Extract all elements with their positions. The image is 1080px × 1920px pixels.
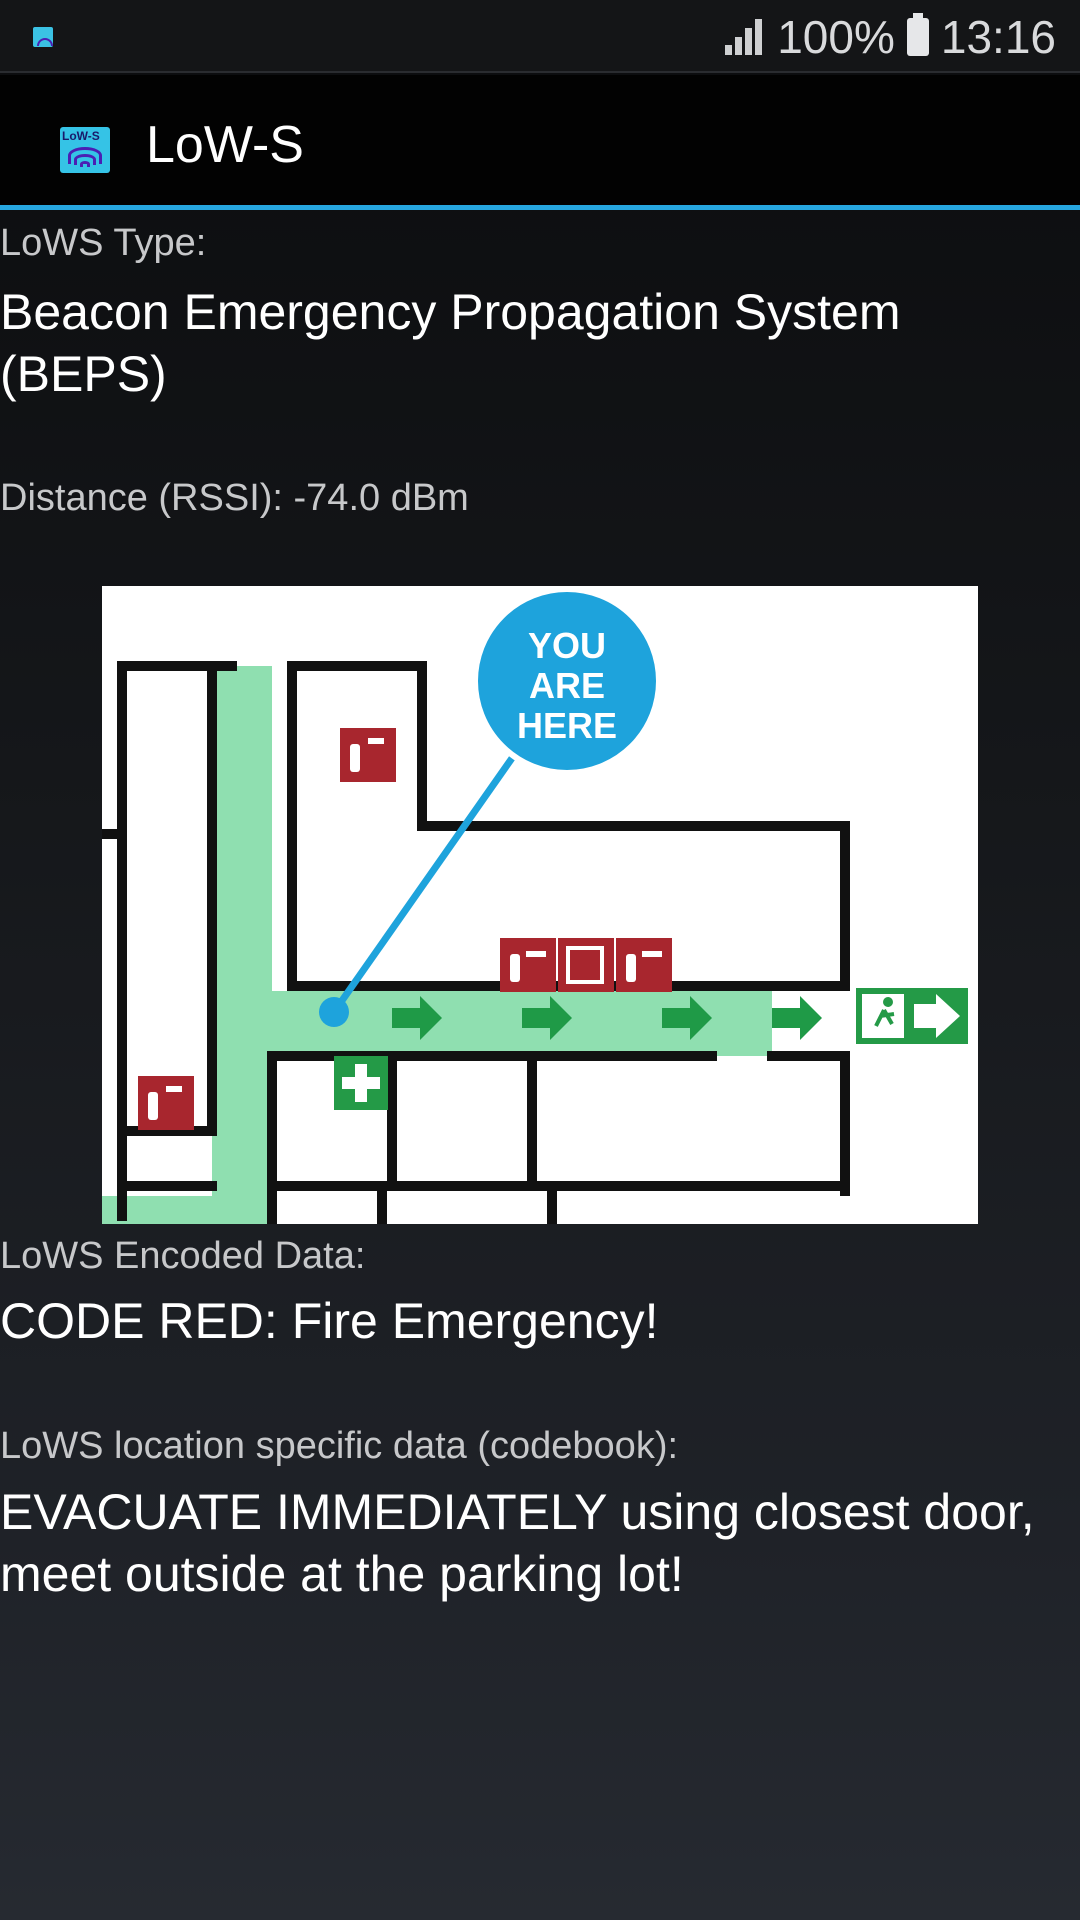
codebook-line2: meet outside at the parking lot! (0, 1546, 684, 1602)
battery-icon (906, 12, 929, 56)
app-title: LoW-S (146, 116, 304, 174)
encoded-value: CODE RED: Fire Emergency! (0, 1293, 659, 1349)
type-value-line2: (BEPS) (0, 346, 167, 402)
status-bar: 100% 13:16 (0, 0, 1080, 73)
encoded-label: LoWS Encoded Data: (0, 1235, 366, 1277)
battery-percent: 100% (777, 10, 895, 63)
app-logo-icon[interactable]: LoW-S (60, 127, 110, 173)
signal-icon (725, 18, 765, 55)
status-right: 100% 13:16 (725, 0, 1056, 73)
marker-line3: HERE (517, 705, 617, 746)
marker-line1: YOU (528, 625, 606, 666)
type-label: LoWS Type: (0, 222, 207, 264)
distance-text: Distance (RSSI): -74.0 dBm (0, 477, 469, 519)
evacuation-map: YOU ARE HERE (102, 586, 978, 1224)
app-bar: LoW-S LoW-S (0, 75, 1080, 210)
notification-app-icon (33, 27, 53, 47)
codebook-label: LoWS location specific data (codebook): (0, 1425, 679, 1467)
codebook-line1: EVACUATE IMMEDIATELY using closest door, (0, 1484, 1035, 1540)
marker-line2: ARE (529, 665, 605, 706)
clock: 13:16 (940, 10, 1056, 63)
app-logo-text: LoW-S (62, 129, 100, 143)
type-value-line1: Beacon Emergency Propagation System (0, 284, 901, 340)
